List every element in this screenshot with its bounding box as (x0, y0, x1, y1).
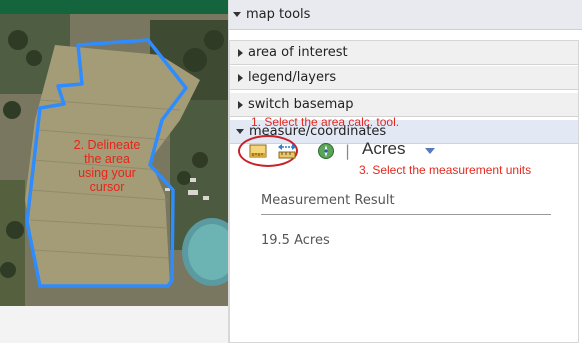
map-footer (0, 306, 228, 343)
caret-right-icon (238, 100, 243, 109)
units-dropdown-value[interactable]: Acres (362, 139, 405, 159)
step3-instruction: 3. Select the measurement units (359, 163, 532, 177)
panel-title: map tools (246, 7, 311, 22)
distance-tool-button[interactable] (274, 138, 300, 164)
toolbar-separator: | (345, 142, 351, 160)
delineate-instruction: 2. Delineate the area using your cursor (52, 138, 162, 194)
map-header-bar (0, 0, 228, 14)
instruction-line: using your (78, 166, 136, 180)
location-tool-button[interactable] (313, 138, 339, 164)
measurement-result-label: Measurement Result (261, 193, 395, 208)
caret-down-icon (233, 12, 241, 17)
instruction-line: 2. Delineate (73, 138, 141, 152)
distance-tool-icon (278, 144, 296, 159)
instruction-line: cursor (89, 180, 125, 194)
map-view[interactable]: 2. Delineate the area using your cursor (0, 0, 228, 306)
caret-down-icon (236, 129, 244, 134)
section-switch-basemap[interactable]: switch basemap (230, 93, 578, 117)
result-divider (261, 214, 551, 215)
chevron-down-icon[interactable] (425, 148, 435, 154)
section-label: switch basemap (248, 97, 354, 112)
map-tools-header[interactable]: map tools (229, 0, 582, 30)
section-legend-layers[interactable]: legend/layers (230, 66, 578, 90)
caret-right-icon (238, 73, 243, 82)
step1-instruction: 1. Select the area calc. tool. (251, 115, 400, 129)
location-tool-icon (318, 143, 334, 159)
instruction-line: the area (84, 152, 130, 166)
section-label: area of interest (248, 45, 348, 60)
caret-right-icon (238, 48, 243, 57)
tools-accordion: area of interest legend/layers switch ba… (229, 40, 579, 343)
measurement-result-value: 19.5 Acres (261, 233, 330, 248)
section-area-of-interest[interactable]: area of interest (230, 41, 578, 65)
map-tools-panel: map tools area of interest legend/layers… (228, 0, 582, 343)
section-label: legend/layers (248, 70, 337, 85)
